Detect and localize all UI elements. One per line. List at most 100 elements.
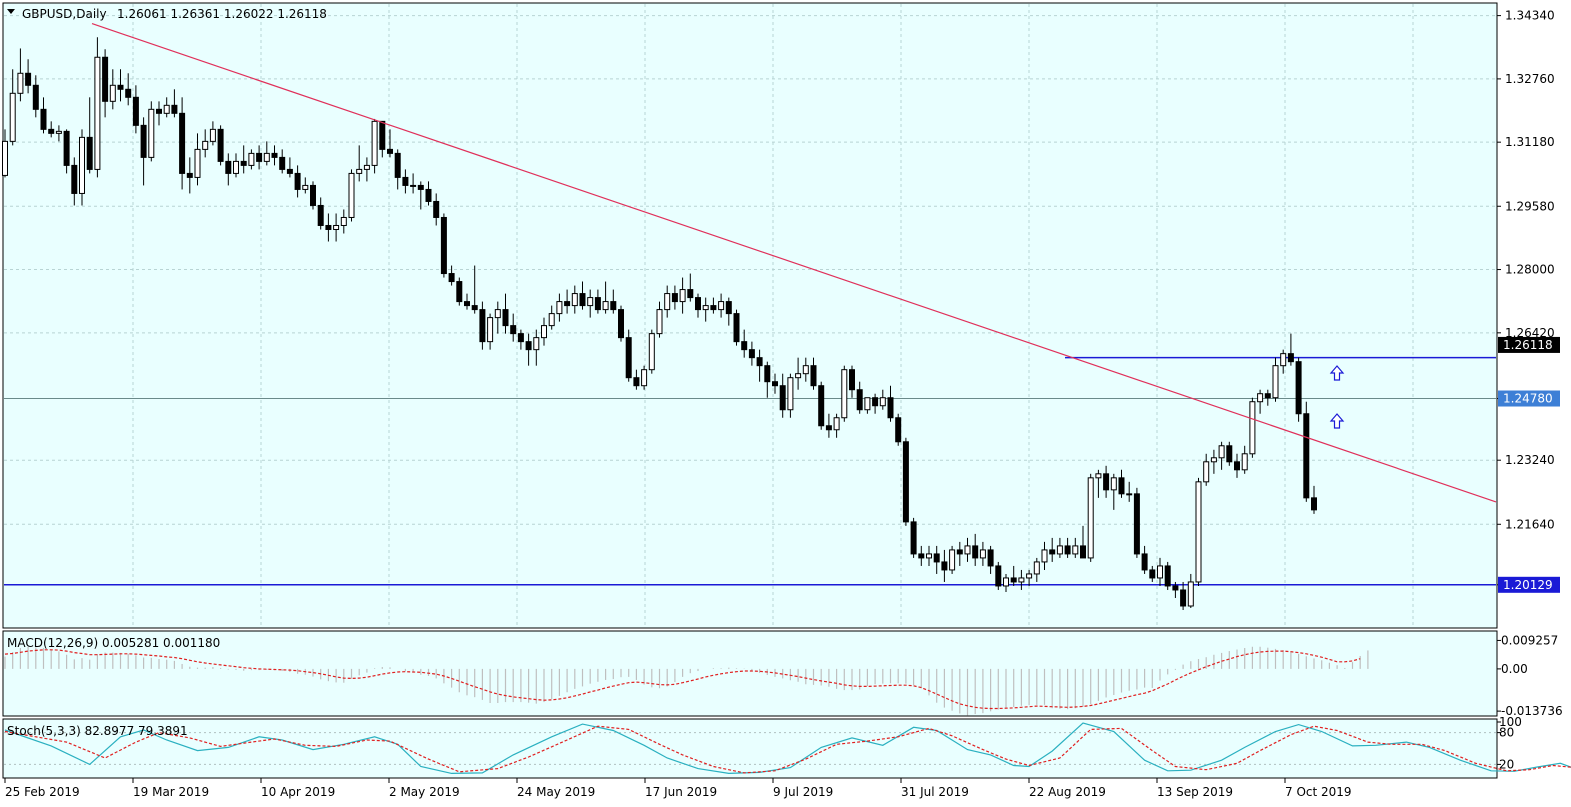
candle-body: [1218, 445, 1225, 459]
candle-body: [394, 152, 401, 178]
candle-body: [148, 108, 155, 158]
candle-body: [687, 289, 694, 299]
candle-body: [1234, 461, 1240, 471]
candle-body: [32, 84, 39, 110]
candle-body: [933, 553, 940, 563]
candle-body: [325, 224, 332, 230]
candle-body: [656, 309, 663, 335]
candle-body: [695, 297, 701, 311]
level-tag-120129: 1.20129: [1503, 578, 1553, 592]
candle-body: [1172, 585, 1179, 591]
candle-body: [810, 365, 817, 387]
price-chart[interactable]: 1.343401.327601.311801.295801.280001.264…: [0, 0, 1571, 807]
candle-body: [171, 104, 178, 114]
candle-body: [256, 152, 263, 162]
candle-body: [1264, 393, 1271, 399]
candle-body: [502, 309, 509, 327]
price-axis: 1.343401.327601.311801.295801.280001.264…: [1497, 9, 1560, 593]
candle-body: [440, 216, 447, 275]
candle-body: [117, 84, 124, 90]
candle-body: [63, 130, 70, 166]
candle-body: [471, 305, 478, 311]
candle-body: [333, 224, 340, 230]
candle-body: [587, 297, 594, 307]
macd-panel[interactable]: [2, 630, 1498, 717]
candle-body: [340, 216, 347, 226]
candle-body: [79, 136, 85, 194]
candle-body: [610, 301, 617, 311]
candle-body: [1033, 561, 1040, 575]
price-tick-label: 1.31180: [1505, 135, 1555, 149]
candle-body: [564, 301, 571, 307]
candle-body: [225, 160, 232, 174]
stoch-panel[interactable]: [2, 718, 1498, 779]
candle-body: [317, 204, 324, 226]
candle-body: [487, 317, 494, 343]
candle-body: [633, 377, 640, 387]
candle-body: [902, 441, 909, 523]
candle-body: [271, 152, 278, 158]
candle-body: [979, 549, 986, 559]
candle-body: [179, 112, 186, 174]
candle-body: [525, 341, 532, 351]
candle-body: [1080, 545, 1086, 559]
candle-body: [741, 341, 748, 351]
candle-body: [402, 176, 409, 186]
candle-body: [533, 337, 540, 351]
candle-body: [548, 313, 555, 327]
candle-body: [1003, 577, 1009, 587]
candle-body: [71, 164, 78, 194]
candle-body: [109, 84, 116, 102]
candle-body: [1241, 453, 1248, 471]
time-tick-label: 19 Mar 2019: [133, 785, 209, 799]
candle-body: [348, 172, 355, 218]
candle-body: [710, 305, 717, 311]
candle-body: [279, 156, 286, 170]
candle-body: [972, 545, 979, 559]
candle-body: [1103, 473, 1110, 491]
candle-body: [1180, 589, 1187, 607]
candle-body: [2, 140, 8, 176]
candle-body: [310, 184, 316, 206]
main-chart-area[interactable]: [2, 2, 1498, 629]
candle-body: [1249, 401, 1256, 455]
candle-body: [733, 313, 740, 343]
candle-body: [748, 349, 755, 359]
candle-body: [772, 381, 778, 387]
candle-body: [1133, 493, 1140, 555]
candle-body: [464, 301, 470, 307]
candle-body: [433, 200, 440, 218]
candle-body: [579, 293, 586, 307]
macd-tick-label: 0.00: [1501, 662, 1528, 676]
candle-body: [248, 152, 255, 166]
symbol-label: GBPUSD,Daily: [22, 7, 107, 21]
candle-body: [941, 561, 948, 571]
candle-body: [371, 120, 378, 166]
candle-body: [217, 128, 224, 162]
candle-body: [209, 128, 216, 142]
candle-body: [1072, 545, 1079, 555]
candle-body: [664, 293, 671, 311]
candle-body: [55, 130, 62, 134]
price-tick-label: 1.21640: [1505, 517, 1555, 531]
candle-body: [202, 140, 209, 150]
candle-body: [379, 120, 386, 150]
stoch-label: Stoch(5,3,3) 82.8977 79.3891: [7, 724, 188, 738]
candle-body: [510, 325, 517, 335]
candle-body: [949, 549, 956, 571]
macd-tick-label: 0.009257: [1501, 633, 1558, 647]
candle-body: [1049, 549, 1056, 555]
price-tick-label: 1.29580: [1505, 199, 1555, 213]
time-axis: 25 Feb 2019 19 Mar 2019 10 Apr 2019 2 May 2…: [4, 778, 1352, 799]
candle-body: [1311, 497, 1317, 511]
candle-body: [479, 309, 486, 343]
candle-body: [417, 184, 424, 190]
candle-body: [918, 553, 925, 559]
stoch-tick-label: 80: [1499, 726, 1514, 740]
candle-body: [1110, 477, 1117, 491]
candle-body: [1149, 569, 1156, 579]
macd-label: MACD(12,26,9) 0.005281 0.001180: [7, 636, 220, 650]
candle-body: [879, 397, 886, 407]
candle-body: [94, 56, 101, 170]
candle-body: [895, 417, 902, 443]
